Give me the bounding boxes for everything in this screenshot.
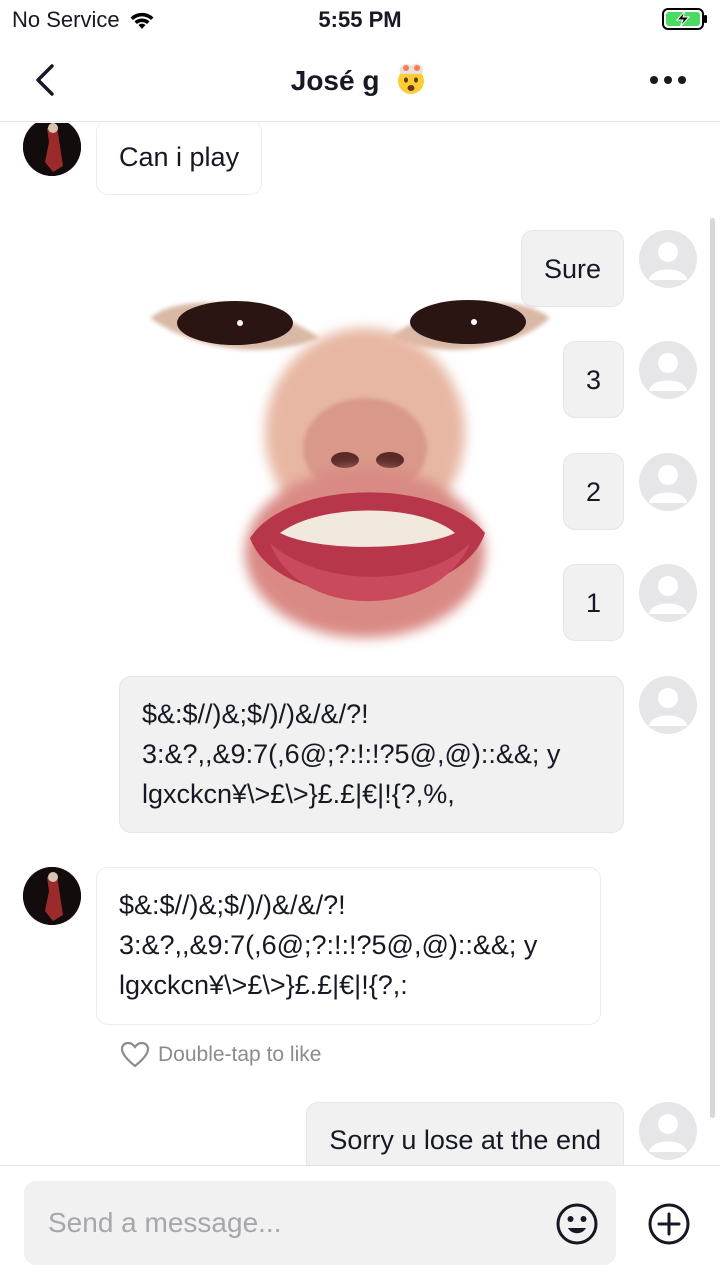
message-line: $&:$//)&;$/)/)&/&/?! — [119, 890, 346, 920]
more-options-icon[interactable] — [644, 64, 692, 96]
contact-avatar[interactable] — [23, 123, 81, 176]
message-bubble-received[interactable]: Can i play — [96, 123, 263, 195]
message-bubble-sent[interactable]: 2 — [562, 453, 624, 530]
default-user-icon — [649, 465, 687, 503]
my-avatar[interactable] — [639, 230, 697, 288]
message-bubble-sent[interactable]: Sorry u lose at the end — [306, 1102, 624, 1165]
message-text: Sure — [543, 254, 601, 284]
scrollbar[interactable] — [710, 218, 715, 1118]
chat-header: José g — [0, 40, 720, 122]
message-input[interactable] — [24, 1181, 616, 1265]
message-text: 3 — [585, 365, 601, 395]
status-bar: No Service 5:55 PM — [0, 0, 720, 40]
battery-charging-icon — [662, 8, 707, 30]
composer-bar — [0, 1165, 720, 1280]
clock: 5:55 PM — [318, 7, 402, 32]
face-sticker-image — [150, 300, 550, 638]
add-attachment-icon[interactable] — [646, 1201, 692, 1247]
message-line: 3:&?,,&9:7(,6@;?:!:!?5@,@)::&&; y — [142, 739, 561, 769]
avatar-photo — [23, 867, 81, 925]
default-user-icon — [649, 1114, 687, 1152]
message-line: 3:&?,,&9:7(,6@;?:!:!?5@,@)::&&; y — [119, 930, 538, 960]
message-line: lgxckcn¥\>£\>}£.£|€|!{?,: — [119, 970, 408, 1000]
message-text: Sorry u lose at the end — [329, 1125, 601, 1155]
like-hint-text: Double-tap to like — [158, 1043, 322, 1066]
my-avatar[interactable] — [639, 341, 697, 399]
exploding-head-emoji-icon — [398, 63, 425, 94]
contact-avatar[interactable] — [23, 867, 81, 925]
message-bubble-sent[interactable]: $&:$//)&;$/)/)&/&/?! 3:&?,,&9:7(,6@;?:!:… — [119, 676, 624, 833]
message-text: 1 — [585, 588, 601, 618]
contact-name: José g — [290, 65, 380, 96]
my-avatar[interactable] — [639, 1102, 697, 1160]
message-line: $&:$//)&;$/)/)&/&/?! — [142, 699, 369, 729]
message-bubble-sent[interactable]: 3 — [562, 341, 624, 418]
message-bubble-sent[interactable]: 1 — [562, 564, 624, 641]
default-user-icon — [649, 242, 687, 280]
chat-title: José g — [0, 60, 720, 97]
message-text: 2 — [585, 477, 601, 507]
default-user-icon — [649, 688, 687, 726]
message-line: lgxckcn¥\>£\>}£.£|€|!{?,%, — [142, 779, 455, 809]
heart-outline-icon — [120, 1041, 150, 1068]
message-text: Can i play — [119, 142, 240, 172]
emoji-icon[interactable] — [554, 1201, 600, 1247]
my-avatar[interactable] — [639, 564, 697, 622]
message-bubble-received[interactable]: $&:$//)&;$/)/)&/&/?! 3:&?,,&9:7(,6@;?:!:… — [96, 867, 601, 1025]
default-user-icon — [649, 353, 687, 391]
my-avatar[interactable] — [639, 453, 697, 511]
avatar-photo — [23, 123, 81, 176]
double-tap-like-hint[interactable]: Double-tap to like — [120, 1041, 321, 1069]
message-list[interactable]: Can i play Sure 3 2 1 $&:$//)&;$/)/)&/&/… — [0, 123, 720, 1165]
my-avatar[interactable] — [639, 676, 697, 734]
default-user-icon — [649, 576, 687, 614]
